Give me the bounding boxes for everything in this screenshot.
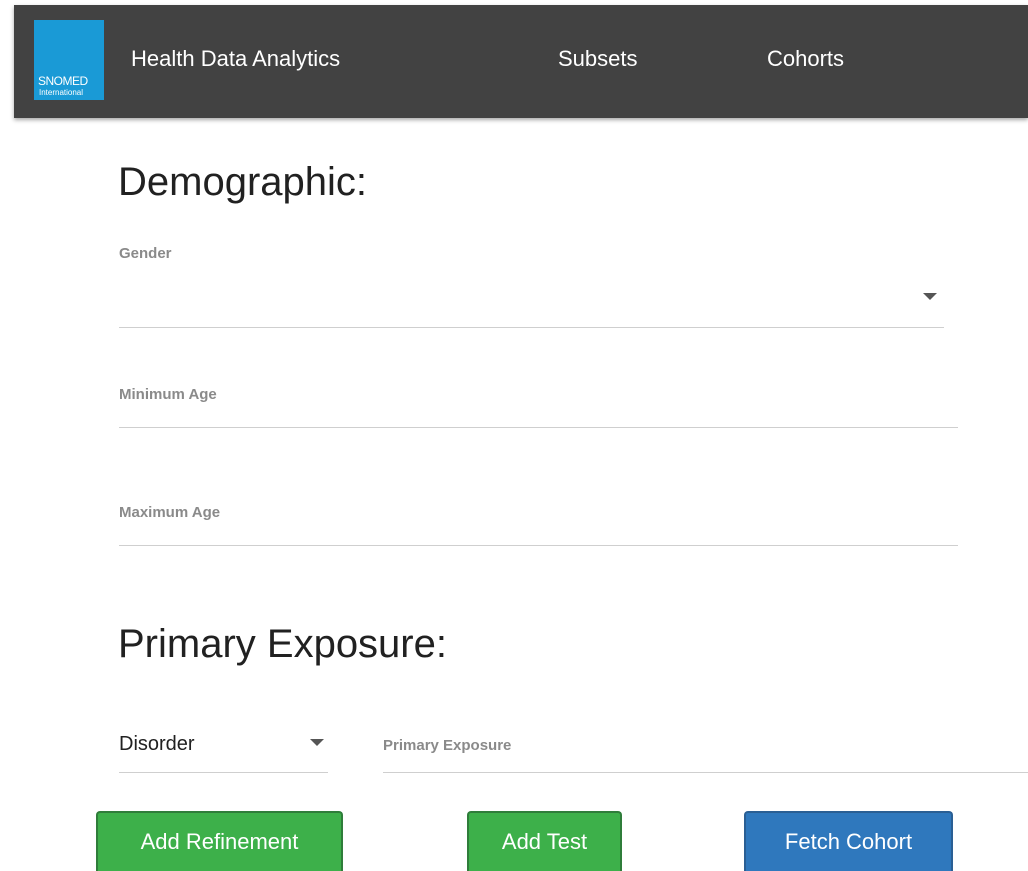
add-refinement-button[interactable]: Add Refinement xyxy=(96,811,343,871)
add-test-button[interactable]: Add Test xyxy=(467,811,622,871)
add-refinement-label: Add Refinement xyxy=(140,829,299,854)
demographic-heading: Demographic: xyxy=(118,160,368,204)
exposure-type-value: Disorder xyxy=(119,733,195,755)
app-title[interactable]: Health Data Analytics xyxy=(131,46,340,72)
exposure-type-underline xyxy=(119,772,328,773)
primary-exposure-heading: Primary Exposure: xyxy=(118,622,447,666)
top-navbar: SNOMED International Health Data Analyti… xyxy=(14,5,1028,118)
primary-exposure-underline xyxy=(383,772,1028,773)
fetch-cohort-button[interactable]: Fetch Cohort xyxy=(744,811,953,871)
chevron-down-icon xyxy=(923,293,937,300)
fetch-cohort-label: Fetch Cohort xyxy=(784,829,913,854)
minimum-age-input[interactable] xyxy=(119,375,958,427)
minimum-age-underline xyxy=(119,427,958,428)
add-test-label: Add Test xyxy=(501,829,588,854)
snomed-logo[interactable]: SNOMED International xyxy=(34,20,104,100)
gender-label: Gender xyxy=(119,245,172,262)
maximum-age-input[interactable] xyxy=(119,493,958,545)
chevron-down-icon xyxy=(310,739,324,746)
logo-text: SNOMED xyxy=(38,74,88,88)
nav-link-subsets[interactable]: Subsets xyxy=(558,46,638,72)
maximum-age-underline xyxy=(119,545,958,546)
gender-select[interactable] xyxy=(119,270,944,328)
nav-link-cohorts[interactable]: Cohorts xyxy=(767,46,844,72)
primary-exposure-input[interactable] xyxy=(383,725,1028,772)
logo-subtext: International xyxy=(39,88,84,97)
gender-underline xyxy=(119,327,944,328)
